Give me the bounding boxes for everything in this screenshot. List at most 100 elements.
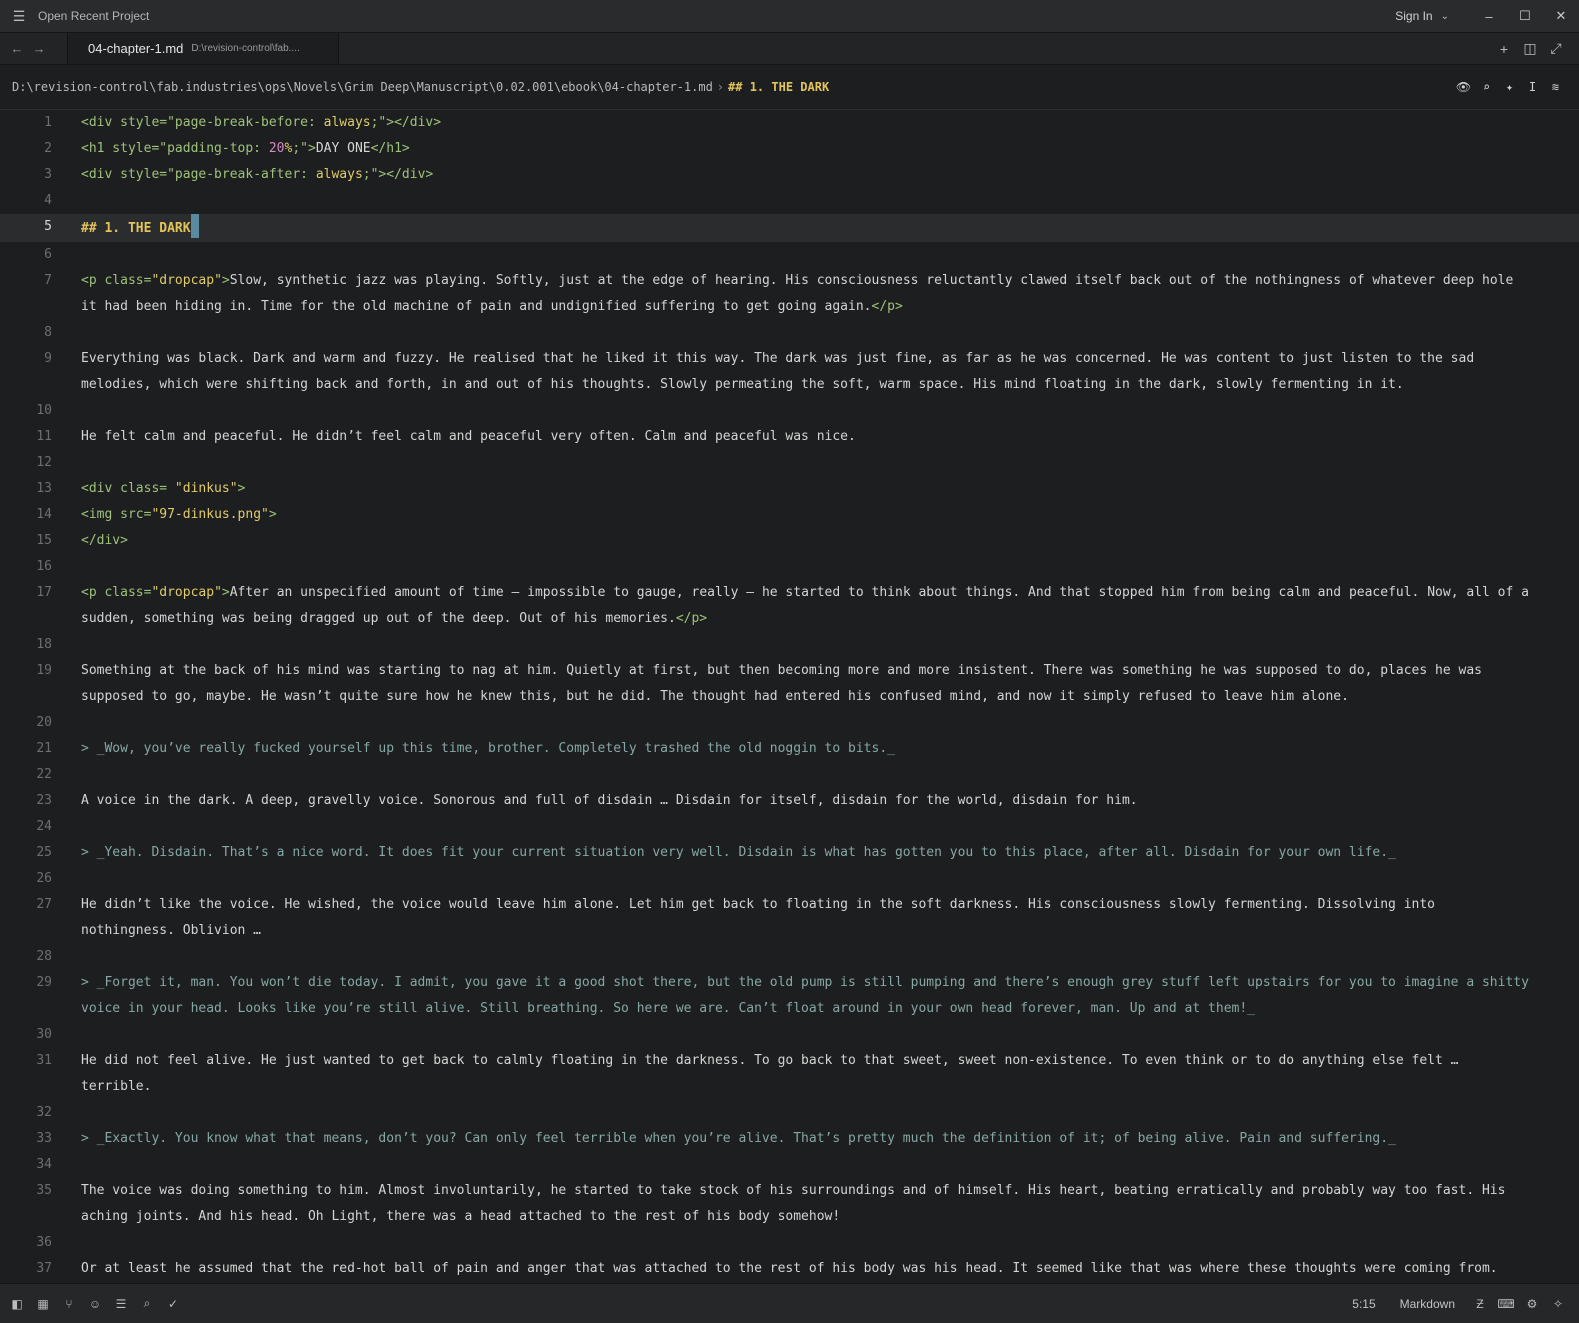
line-number: 21 bbox=[36, 741, 52, 756]
outline-icon[interactable]: ☰ bbox=[108, 1297, 134, 1311]
token: <div style=" bbox=[81, 167, 175, 182]
editor-line[interactable]: 4 bbox=[0, 188, 1579, 214]
editor-line[interactable]: 25 > _Yeah. Disdain. That’s a nice word. … bbox=[0, 840, 1579, 866]
editor-line[interactable]: 1 <div style="page-break-before: always;"… bbox=[0, 110, 1579, 136]
editor-line[interactable]: 3 <div style="page-break-after: always;">… bbox=[0, 162, 1579, 188]
editor-line[interactable]: 10 bbox=[0, 398, 1579, 424]
debug-icon[interactable]: ⚙ bbox=[1519, 1297, 1545, 1311]
editor-line[interactable]: 15 </div> bbox=[0, 528, 1579, 554]
editor-line[interactable]: 12 bbox=[0, 450, 1579, 476]
token: <img src= bbox=[81, 507, 152, 522]
editor-line[interactable]: 33 > _Exactly. You know what that means, … bbox=[0, 1126, 1579, 1152]
git-branch-icon[interactable]: ⑂ bbox=[56, 1297, 82, 1311]
collaborators-icon[interactable]: ☺ bbox=[82, 1297, 108, 1311]
token: "97-dinkus.png" bbox=[151, 507, 269, 522]
line-content: > _Forget it, man. You won’t die today. … bbox=[81, 970, 1533, 1022]
assistant-icon[interactable]: ✧ bbox=[1545, 1297, 1571, 1311]
line-number: 25 bbox=[36, 845, 52, 860]
editor-line[interactable]: 22 bbox=[0, 762, 1579, 788]
sparkle-icon[interactable]: ✦ bbox=[1498, 80, 1521, 94]
project-panel-icon[interactable]: ▦ bbox=[30, 1297, 56, 1311]
editor-line[interactable]: 13 <div class= "dinkus"> bbox=[0, 476, 1579, 502]
sliders-icon[interactable]: ≋ bbox=[1544, 80, 1567, 94]
fullscreen-icon[interactable]: ⤢ bbox=[1543, 33, 1569, 64]
search-icon[interactable]: ⌕ bbox=[1475, 80, 1498, 94]
plus-icon[interactable]: + bbox=[1491, 33, 1517, 64]
editor-line[interactable]: 23 A voice in the dark. A deep, gravelly … bbox=[0, 788, 1579, 814]
minimize-icon[interactable]: – bbox=[1471, 9, 1507, 24]
sign-in-button[interactable]: Sign In bbox=[1395, 9, 1432, 23]
editor-line[interactable]: 16 bbox=[0, 554, 1579, 580]
editor-line[interactable]: 14 <img src="97-dinkus.png"> bbox=[0, 502, 1579, 528]
terminal-icon[interactable]: ⌨ bbox=[1493, 1297, 1519, 1311]
line-content: A voice in the dark. A deep, gravelly vo… bbox=[81, 788, 1533, 814]
token: "dropcap" bbox=[151, 273, 222, 288]
line-number: 3 bbox=[44, 167, 52, 182]
split-pane-icon[interactable]: ◫ bbox=[1517, 33, 1543, 64]
line-content: Everything was black. Dark and warm and … bbox=[81, 346, 1533, 398]
line-number: 4 bbox=[44, 193, 52, 208]
editor-line[interactable]: 9 Everything was black. Dark and warm and… bbox=[0, 346, 1579, 398]
panel-toggle-icon[interactable]: ◧ bbox=[4, 1297, 30, 1311]
line-number: 24 bbox=[36, 819, 52, 834]
editor-line[interactable]: 18 bbox=[0, 632, 1579, 658]
search-icon[interactable]: ⌕ bbox=[134, 1296, 160, 1311]
cursor-position[interactable]: 5:15 bbox=[1352, 1297, 1375, 1311]
editor-line[interactable]: 27 He didn’t like the voice. He wished, t… bbox=[0, 892, 1579, 944]
editor-line[interactable]: 5 ## 1. THE DARK bbox=[0, 214, 1579, 242]
maximize-icon[interactable]: ☐ bbox=[1507, 8, 1543, 24]
line-content: He didn’t like the voice. He wished, the… bbox=[81, 892, 1533, 944]
tab-04-chapter-1[interactable]: 04-chapter-1.md D:\revision-control\fab.… bbox=[67, 33, 339, 64]
token: Everything was black. Dark and warm and … bbox=[81, 351, 1482, 392]
text-cursor-icon[interactable]: I bbox=[1521, 80, 1544, 94]
editor-line[interactable]: 11 He felt calm and peaceful. He didn’t f… bbox=[0, 424, 1579, 450]
line-content: > _Wow, you’ve really fucked yourself up… bbox=[81, 736, 1533, 762]
editor-line[interactable]: 34 bbox=[0, 1152, 1579, 1178]
editor-line[interactable]: 6 bbox=[0, 242, 1579, 268]
language-selector[interactable]: Markdown bbox=[1400, 1297, 1455, 1311]
editor-line[interactable]: 2 <h1 style="padding-top: 20%;">DAY ONE</… bbox=[0, 136, 1579, 162]
editor-line[interactable]: 26 bbox=[0, 866, 1579, 892]
editor-line[interactable]: 35 The voice was doing something to him. … bbox=[0, 1178, 1579, 1230]
editor-line[interactable]: 19 Something at the back of his mind was … bbox=[0, 658, 1579, 710]
vim-mode-icon[interactable]: Ƶ bbox=[1467, 1297, 1493, 1311]
check-icon[interactable]: ✓ bbox=[160, 1297, 186, 1311]
line-number: 12 bbox=[36, 455, 52, 470]
line-number: 14 bbox=[36, 507, 52, 522]
line-content: <p class="dropcap">After an unspecified … bbox=[81, 580, 1533, 632]
open-recent-project-button[interactable]: Open Recent Project bbox=[38, 9, 149, 23]
close-icon[interactable]: ✕ bbox=[1543, 8, 1579, 24]
editor-line[interactable]: 30 bbox=[0, 1022, 1579, 1048]
editor-line[interactable]: 31 He did not feel alive. He just wanted … bbox=[0, 1048, 1579, 1100]
editor-line[interactable]: 28 bbox=[0, 944, 1579, 970]
token: always bbox=[323, 115, 371, 130]
eye-icon[interactable]: 👁 bbox=[1452, 80, 1475, 94]
token: always bbox=[315, 167, 363, 182]
editor-line[interactable]: 8 bbox=[0, 320, 1579, 346]
token: <p class= bbox=[81, 585, 152, 600]
editor-line[interactable]: 21 > _Wow, you’ve really fucked yourself … bbox=[0, 736, 1579, 762]
editor-line[interactable]: 32 bbox=[0, 1100, 1579, 1126]
chevron-down-icon[interactable]: ⌄ bbox=[1441, 11, 1449, 22]
breadcrumb-path[interactable]: D:\revision-control\fab.industries\ops\N… bbox=[12, 80, 713, 94]
editor-line[interactable]: 36 bbox=[0, 1230, 1579, 1256]
line-number: 26 bbox=[36, 871, 52, 886]
editor-line[interactable]: 24 bbox=[0, 814, 1579, 840]
editor[interactable]: 1 <div style="page-break-before: always;"… bbox=[0, 110, 1579, 1283]
line-number: 16 bbox=[36, 559, 52, 574]
editor-line[interactable]: 17 <p class="dropcap">After an unspecifie… bbox=[0, 580, 1579, 632]
token: ;"> bbox=[292, 141, 316, 156]
token: > _Yeah. Disdain. That’s a nice word. It… bbox=[81, 845, 1396, 860]
line-number: 30 bbox=[36, 1027, 52, 1042]
breadcrumb-heading[interactable]: ## 1. THE DARK bbox=[728, 80, 829, 94]
menu-icon[interactable]: ☰ bbox=[0, 8, 38, 25]
editor-line[interactable]: 7 <p class="dropcap">Slow, synthetic jazz… bbox=[0, 268, 1579, 320]
editor-line[interactable]: 37 Or at least he assumed that the red-ho… bbox=[0, 1256, 1579, 1283]
forward-arrow-icon[interactable]: → bbox=[28, 33, 50, 64]
editor-line[interactable]: 29 > _Forget it, man. You won’t die today… bbox=[0, 970, 1579, 1022]
line-number: 8 bbox=[44, 325, 52, 340]
line-content: He felt calm and peaceful. He didn’t fee… bbox=[81, 424, 1533, 450]
line-number: 23 bbox=[36, 793, 52, 808]
back-arrow-icon[interactable]: ← bbox=[6, 33, 28, 64]
editor-line[interactable]: 20 bbox=[0, 710, 1579, 736]
